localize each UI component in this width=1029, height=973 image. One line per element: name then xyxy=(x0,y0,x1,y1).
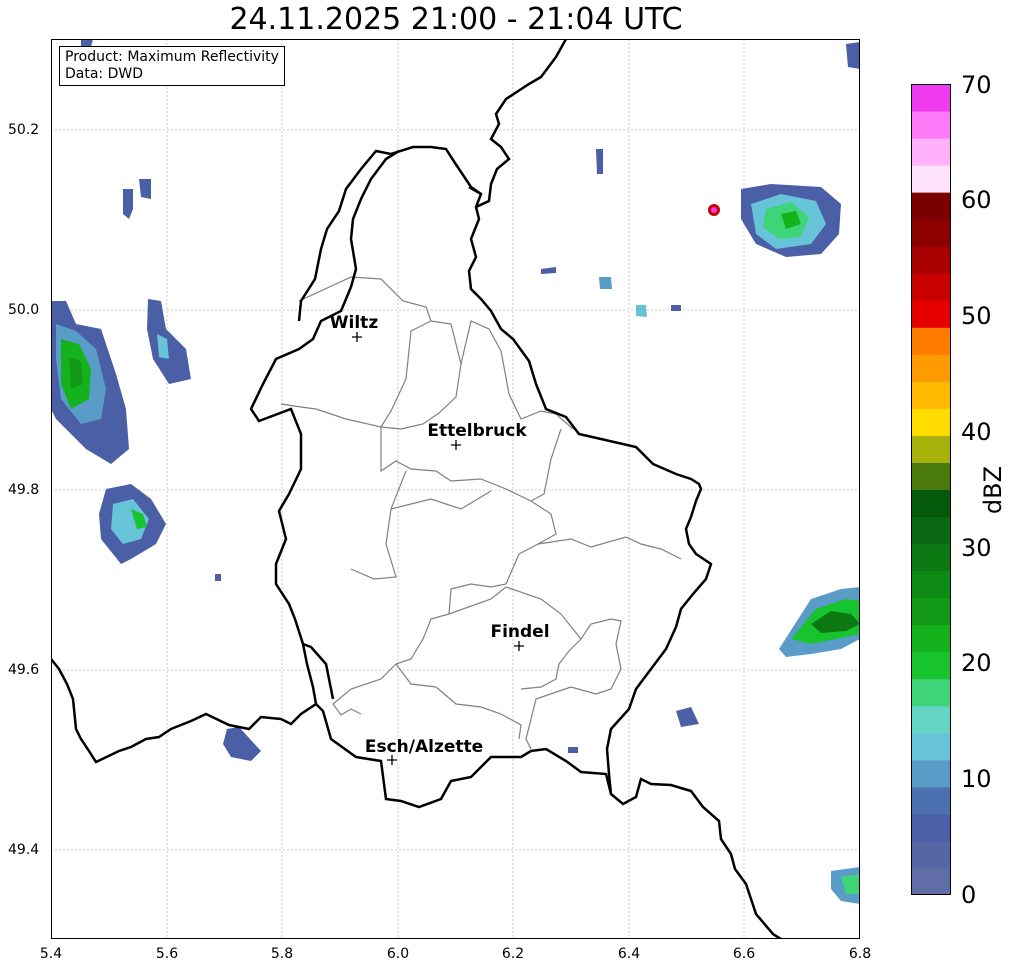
colorbar-segment xyxy=(911,624,951,653)
colorbar-tick-label: 20 xyxy=(961,649,992,677)
country-border xyxy=(51,39,782,939)
colorbar xyxy=(911,84,951,895)
colorbar-segment xyxy=(911,273,951,301)
colorbar-segment xyxy=(911,381,951,409)
radar-echoes xyxy=(51,39,860,904)
y-tick-label: 50.0 xyxy=(8,302,40,318)
colorbar-tick-label: 70 xyxy=(961,71,992,99)
map-grid xyxy=(51,39,860,939)
city-label-findel: Findel xyxy=(490,622,550,642)
x-tick-label: 6.6 xyxy=(732,946,756,962)
city-markers xyxy=(352,332,524,765)
y-tick-label: 49.8 xyxy=(8,482,40,498)
colorbar-tick-label: 50 xyxy=(961,302,992,330)
colorbar-segment xyxy=(911,435,951,463)
y-tick-label: 49.6 xyxy=(8,662,40,678)
map-title: 24.11.2025 21:00 - 21:04 UTC xyxy=(229,2,683,37)
colorbar-segment xyxy=(911,192,951,220)
colorbar-segment xyxy=(911,354,951,382)
y-tick-label: 50.2 xyxy=(8,122,40,138)
data-source-label: Data: DWD xyxy=(65,66,143,82)
colorbar-segment xyxy=(911,408,951,436)
city-label-ettelbruck: Ettelbruck xyxy=(427,421,527,441)
colorbar-segment xyxy=(911,759,951,788)
city-marker-ettelbruck xyxy=(451,440,461,450)
city-label-esch: Esch/Alzette xyxy=(364,737,484,757)
colorbar-segment xyxy=(911,813,951,842)
colorbar-segment xyxy=(911,570,951,599)
colorbar-segment xyxy=(911,246,951,274)
colorbar-segment xyxy=(911,786,951,815)
colorbar-tick-label: 10 xyxy=(961,765,992,793)
x-tick-label: 6.0 xyxy=(386,946,410,962)
colorbar-segment xyxy=(911,678,951,707)
x-tick-label: 6.4 xyxy=(617,946,641,962)
colorbar-segment xyxy=(911,165,951,193)
map-border xyxy=(51,39,860,939)
colorbar-tick-label: 30 xyxy=(961,534,992,562)
radar-map[interactable] xyxy=(51,39,860,939)
city-marker-wiltz xyxy=(352,332,362,342)
x-tick-label: 5.4 xyxy=(39,946,63,962)
colorbar-segment xyxy=(911,219,951,247)
city-label-wiltz: Wiltz xyxy=(329,313,379,333)
canton-borders xyxy=(280,276,682,750)
colorbar-segment xyxy=(911,705,951,734)
colorbar-segment xyxy=(911,327,951,355)
x-tick-label: 6.8 xyxy=(848,946,872,962)
colorbar-segment xyxy=(911,489,951,518)
colorbar-tick-label: 0 xyxy=(961,881,977,909)
colorbar-tick-label: 40 xyxy=(961,418,992,446)
x-tick-label: 5.8 xyxy=(270,946,294,962)
colorbar-segment xyxy=(911,543,951,572)
colorbar-segment xyxy=(911,84,951,112)
x-tick-label: 6.2 xyxy=(501,946,525,962)
colorbar-segment xyxy=(911,111,951,139)
colorbar-segment xyxy=(911,138,951,166)
colorbar-segment xyxy=(911,732,951,761)
colorbar-tick-label: 60 xyxy=(961,186,992,214)
colorbar-segment xyxy=(911,516,951,545)
x-tick-label: 5.6 xyxy=(155,946,179,962)
colorbar-segment xyxy=(911,867,951,895)
city-marker-findel xyxy=(514,641,524,651)
colorbar-segment xyxy=(911,462,951,490)
y-tick-label: 49.4 xyxy=(8,842,40,858)
product-label: Product: Maximum Reflectivity xyxy=(65,49,279,65)
colorbar-segment xyxy=(911,300,951,328)
colorbar-label: dBZ xyxy=(979,465,1007,515)
colorbar-segment xyxy=(911,651,951,680)
info-box: Product: Maximum Reflectivity Data: DWD xyxy=(59,46,285,86)
colorbar-segment xyxy=(911,840,951,869)
colorbar-segment xyxy=(911,597,951,626)
